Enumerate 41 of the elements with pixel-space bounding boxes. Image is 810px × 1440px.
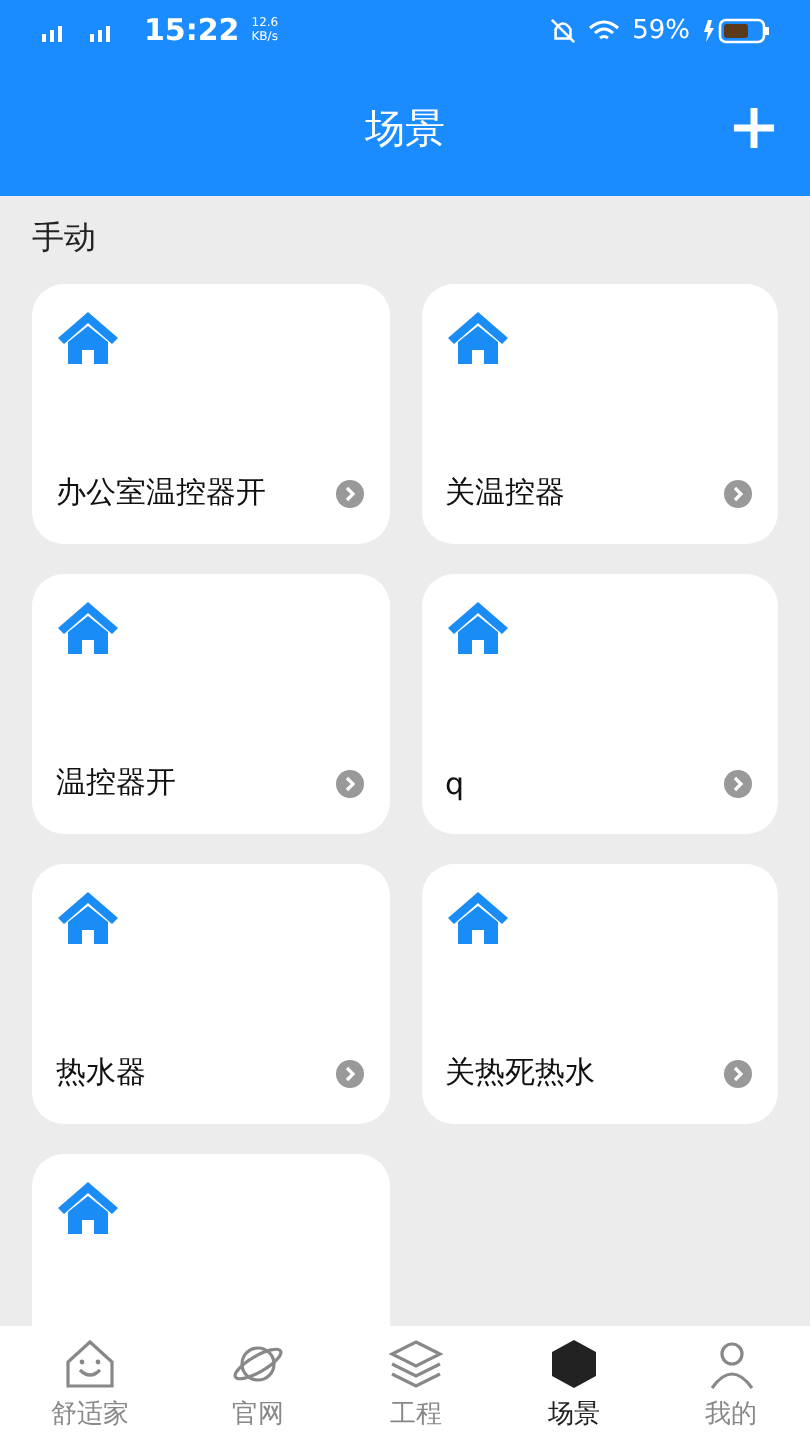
nav-tab[interactable]: 我的: [691, 1331, 772, 1435]
chevron-icon: [724, 770, 752, 798]
house-icon: [56, 600, 120, 656]
house-icon: [445, 890, 509, 946]
section-title: 手动: [32, 216, 96, 260]
add-button[interactable]: [730, 104, 778, 152]
chevron-icon: [335, 479, 363, 507]
scene-card[interactable]: 办公室温控器开: [32, 284, 389, 544]
plus-icon: [730, 104, 778, 152]
chevron-icon: [335, 769, 363, 797]
scene-name: q: [445, 766, 465, 802]
scene-name: 关温控器: [445, 474, 565, 512]
scene-name: 办公室温控器开: [56, 474, 266, 512]
battery-percent: 59%: [632, 15, 690, 45]
house-icon: [445, 310, 509, 366]
scene-name: 关热死热水: [445, 1054, 595, 1092]
scene-card[interactable]: 关热死热水: [421, 864, 778, 1124]
chevron-icon: [335, 1059, 363, 1087]
status-time: 15:22: [144, 12, 240, 48]
scene-card[interactable]: 关温控器: [421, 284, 778, 544]
nav-tab[interactable]: 舒适家: [38, 1331, 141, 1435]
chevron-icon: [724, 479, 752, 507]
house-icon: [56, 890, 120, 946]
layers-icon: [387, 1335, 444, 1391]
bell-muted-icon: [550, 17, 577, 43]
chevron-icon: [724, 1059, 752, 1087]
house-icon: [445, 600, 509, 656]
house-icon: [56, 310, 120, 366]
scene-name: 热水器: [56, 1054, 146, 1092]
scene-card[interactable]: 温控器开: [32, 574, 389, 834]
battery-icon: [702, 17, 770, 43]
wifi-icon: [588, 17, 621, 43]
house-icon: [56, 1180, 120, 1236]
house-icon: [61, 1335, 118, 1391]
scene-card[interactable]: q: [421, 574, 778, 834]
nav-tab[interactable]: 场景: [533, 1331, 614, 1435]
nav-tab[interactable]: 工程: [375, 1331, 456, 1435]
scene-name: 温控器开: [56, 764, 176, 802]
scene-card[interactable]: 热水器: [32, 864, 389, 1124]
page-title: 场景: [365, 101, 445, 155]
nav-tab[interactable]: 官网: [218, 1331, 299, 1435]
